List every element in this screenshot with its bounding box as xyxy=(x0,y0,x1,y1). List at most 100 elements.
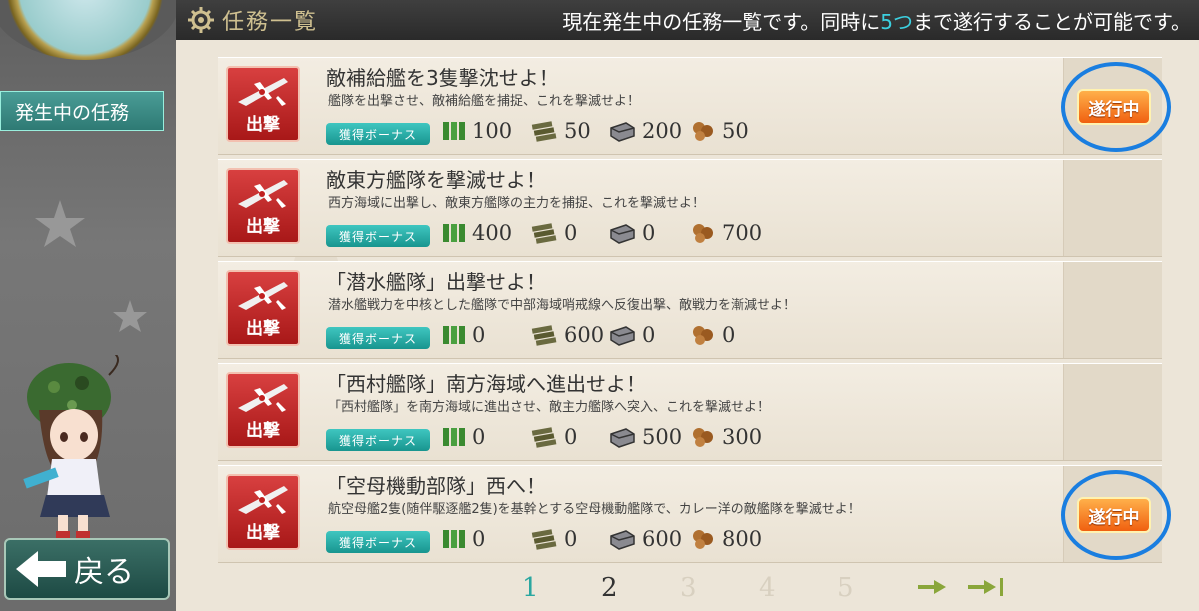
reward-ammo: 50 xyxy=(530,119,591,143)
info-text-post: まで遂行することが可能です。 xyxy=(913,10,1191,34)
sortie-plane-icon xyxy=(238,384,288,412)
reward-ammo: 600 xyxy=(530,323,604,347)
reward-ammo: 0 xyxy=(530,425,577,449)
reward-steel-value: 500 xyxy=(642,425,683,449)
sortie-plane-icon xyxy=(238,180,288,208)
reward-steel-value: 0 xyxy=(642,323,656,347)
steel-icon xyxy=(610,326,635,346)
quest-category-label: 出撃 xyxy=(246,319,280,339)
reward-steel: 500 xyxy=(608,425,682,449)
quest-category-icon: 出撃 xyxy=(226,168,300,244)
reward-bauxite-value: 700 xyxy=(722,221,763,245)
bonus-badge: 獲得ボーナス xyxy=(326,123,430,145)
page-2-link[interactable]: 2 xyxy=(601,573,618,603)
reward-ammo-value: 600 xyxy=(564,323,605,347)
character-avatar xyxy=(23,355,119,539)
reward-fuel: 100 xyxy=(442,119,512,143)
reward-steel: 200 xyxy=(608,119,682,143)
reward-ammo: 0 xyxy=(530,221,577,245)
quest-description: 艦隊を出撃させ、敵補給艦を捕捉、これを撃滅せよ！ xyxy=(328,94,641,109)
quest-category-label: 出撃 xyxy=(246,523,280,543)
quest-description: 航空母艦2隻(随伴駆逐艦2隻)を基幹とする空母機動艦隊で、カレー洋の敵艦隊を撃滅… xyxy=(328,502,861,517)
reward-steel: 0 xyxy=(608,323,655,347)
quest-status-cell xyxy=(1063,262,1162,358)
reward-ammo-value: 0 xyxy=(564,425,578,449)
page-3-link[interactable]: 3 xyxy=(680,573,697,603)
bonus-badge: 獲得ボーナス xyxy=(326,429,430,451)
sidebar: 発生中の任務 戻る xyxy=(0,0,180,611)
reward-bauxite-value: 800 xyxy=(722,527,763,551)
reward-ammo-value: 50 xyxy=(564,119,591,143)
ammo-icon xyxy=(531,529,557,550)
bauxite-icon xyxy=(693,326,713,345)
reward-steel: 600 xyxy=(608,527,682,551)
highlight-ring xyxy=(1061,62,1171,152)
quest-status-cell xyxy=(1063,160,1162,256)
reward-bauxite-value: 50 xyxy=(722,119,749,143)
page-1-link[interactable]: 1 xyxy=(522,573,539,603)
bauxite-icon xyxy=(693,122,713,141)
fuel-icon xyxy=(443,326,465,344)
page-title: 任務一覧 xyxy=(222,10,319,35)
reward-fuel: 400 xyxy=(442,221,512,245)
quest-row[interactable]: 出撃 「空母機動部隊」西へ！ 航空母艦2隻(随伴駆逐艦2隻)を基幹とする空母機動艦隊… xyxy=(218,465,1162,563)
reward-steel-value: 0 xyxy=(642,221,656,245)
steel-icon xyxy=(610,224,635,244)
quest-row[interactable]: 出撃 「西村艦隊」南方海域へ進出せよ！ 「西村艦隊」を南方海域に進出させ、敵主力艦隊… xyxy=(218,363,1162,461)
gear-icon xyxy=(188,7,214,33)
quest-category-label: 出撃 xyxy=(246,115,280,135)
back-button-label: 戻る xyxy=(74,555,134,590)
quest-description: 潜水艦戦力を中核とした艦隊で中部海域哨戒線へ反復出撃、敵戦力を漸減せよ！ xyxy=(328,298,797,313)
steel-icon xyxy=(610,122,635,142)
info-text-pre: 現在発生中の任務一覧です。同時に xyxy=(562,10,881,34)
reward-bauxite-value: 300 xyxy=(722,425,763,449)
bauxite-icon xyxy=(693,530,713,549)
sortie-plane-icon xyxy=(238,486,288,514)
quest-category-icon: 出撃 xyxy=(226,66,300,142)
last-page-icon[interactable] xyxy=(964,576,1006,598)
header-info-text: 現在発生中の任務一覧です。同時に5つまで遂行することが可能です。 xyxy=(562,6,1191,35)
page-4-link[interactable]: 4 xyxy=(759,573,776,603)
quest-row[interactable]: 出撃 敵東方艦隊を撃滅せよ！ 西方海域に出撃し、敵東方艦隊の主力を捕捉、これを撃滅せ… xyxy=(218,159,1162,257)
sidebar-item-active-quests[interactable]: 発生中の任務 xyxy=(0,91,164,131)
steel-icon xyxy=(610,530,635,550)
quest-title: 「西村艦隊」南方海域へ進出せよ！ xyxy=(326,372,646,396)
quest-row[interactable]: 出撃 「潜水艦隊」出撃せよ！ 潜水艦戦力を中核とした艦隊で中部海域哨戒線へ反復出撃、… xyxy=(218,261,1162,359)
sortie-plane-icon xyxy=(238,78,288,106)
highlight-ring xyxy=(1061,470,1171,560)
reward-fuel-value: 100 xyxy=(472,119,513,143)
steel-icon xyxy=(610,428,635,448)
reward-fuel: 0 xyxy=(442,425,485,449)
quest-row[interactable]: 出撃 敵補給艦を3隻撃沈せよ！ 艦隊を出撃させ、敵補給艦を捕捉、これを撃滅せよ！ 獲得… xyxy=(218,57,1162,155)
quest-title: 「潜水艦隊」出撃せよ！ xyxy=(326,270,546,294)
quest-description: 「西村艦隊」を南方海域に進出させ、敵主力艦隊へ突入、これを撃滅せよ！ xyxy=(328,400,771,415)
back-arrow-icon xyxy=(16,551,66,587)
quest-category-label: 出撃 xyxy=(246,217,280,237)
quest-category-icon: 出撃 xyxy=(226,372,300,448)
reward-fuel: 0 xyxy=(442,323,485,347)
bauxite-icon xyxy=(693,428,713,447)
ammo-icon xyxy=(531,325,557,346)
reward-steel-value: 600 xyxy=(642,527,683,551)
reward-bauxite: 300 xyxy=(690,425,762,449)
ammo-icon xyxy=(531,121,557,142)
quest-category-icon: 出撃 xyxy=(226,474,300,550)
bonus-badge: 獲得ボーナス xyxy=(326,225,430,247)
reward-bauxite: 50 xyxy=(690,119,749,143)
back-button[interactable]: 戻る xyxy=(4,538,170,600)
quest-title: 敵東方艦隊を撃滅せよ！ xyxy=(326,168,546,192)
fuel-icon xyxy=(443,428,465,446)
ammo-icon xyxy=(531,223,557,244)
reward-ammo: 0 xyxy=(530,527,577,551)
quest-description: 西方海域に出撃し、敵東方艦隊の主力を捕捉、これを撃滅せよ！ xyxy=(328,196,706,211)
reward-fuel: 0 xyxy=(442,527,485,551)
reward-fuel-value: 0 xyxy=(472,527,486,551)
info-quest-limit: 5つ xyxy=(880,10,913,34)
fuel-icon xyxy=(443,122,465,140)
reward-bauxite: 0 xyxy=(690,323,735,347)
page-5-link[interactable]: 5 xyxy=(837,573,854,603)
bauxite-icon xyxy=(693,224,713,243)
reward-bauxite: 800 xyxy=(690,527,762,551)
next-page-icon[interactable] xyxy=(914,576,948,598)
quest-status-cell xyxy=(1063,364,1162,460)
